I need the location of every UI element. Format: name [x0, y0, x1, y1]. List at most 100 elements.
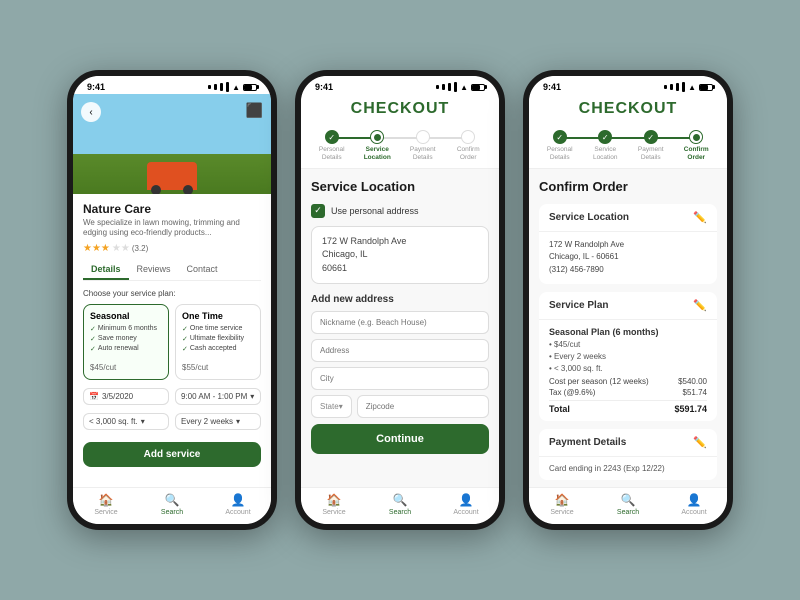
wifi-icon-3: ▲	[688, 83, 696, 92]
plan-cards: Seasonal ✓ Minimum 6 months ✓ Save money…	[83, 304, 261, 380]
add-address-label: Add new address	[311, 294, 489, 305]
continue-button[interactable]: Continue	[311, 424, 489, 454]
time-field[interactable]: 9:00 AM - 1:00 PM ▾	[175, 388, 261, 405]
nav-account-1[interactable]: 👤 Account	[205, 493, 271, 516]
account-icon-1: 👤	[231, 493, 246, 507]
seasonal-feature-3: ✓ Auto renewal	[90, 345, 162, 353]
signal-2c	[670, 84, 673, 90]
signal-1c	[664, 85, 667, 89]
nav-search-2[interactable]: 🔍 Search	[367, 493, 433, 516]
phone-service-location: 9:41 ▲ CHECKOUT ✓ PersonalDetails Servic…	[295, 70, 505, 530]
step-circle-personal-2: ✓	[325, 130, 339, 144]
search-icon-1: 🔍	[165, 493, 180, 507]
checkout-header-2: CHECKOUT	[301, 94, 499, 124]
frequency-value: Every 2 weeks	[181, 417, 233, 426]
total-row: Total $591.74	[549, 400, 707, 414]
step-label-personal-3: PersonalDetails	[547, 146, 573, 162]
seasonal-plan-card[interactable]: Seasonal ✓ Minimum 6 months ✓ Save money…	[83, 304, 169, 380]
mower-wheel-right	[183, 185, 193, 194]
check-icon-3: ✓	[90, 345, 96, 353]
nav-search-label-3: Search	[617, 509, 639, 516]
status-time-3: 9:41	[543, 82, 561, 92]
phone-confirm-order: 9:41 ▲ CHECKOUT ✓ PersonalDetails ✓ Serv…	[523, 70, 733, 530]
step-circle-payment-2	[416, 130, 430, 144]
nav-service-label-1: Service	[94, 509, 117, 516]
tab-reviews[interactable]: Reviews	[129, 260, 179, 280]
seasonal-price: $45/cut	[90, 357, 162, 373]
search-icon-2: 🔍	[393, 493, 408, 507]
nav-account-3[interactable]: 👤 Account	[661, 493, 727, 516]
plan-detail-2: • Every 2 weeks	[549, 351, 707, 363]
city-input[interactable]	[311, 367, 489, 390]
back-button[interactable]: ‹	[81, 102, 101, 122]
onetime-plan-card[interactable]: One Time ✓ One time service ✓ Ultimate f…	[175, 304, 261, 380]
confirm-plan-header: Service Plan ✏️	[539, 292, 717, 320]
step-circle-payment-3: ✓	[644, 130, 658, 144]
state-zip-row: State ▾	[311, 395, 489, 418]
tab-contact[interactable]: Contact	[179, 260, 226, 280]
nav-account-2[interactable]: 👤 Account	[433, 493, 499, 516]
bookmark-icon[interactable]: ⬛	[246, 102, 263, 119]
status-time-2: 9:41	[315, 82, 333, 92]
home-icon-3: 🏠	[555, 493, 570, 507]
size-chevron: ▾	[141, 417, 145, 426]
frequency-field[interactable]: Every 2 weeks ▾	[175, 413, 261, 430]
confirm-plan-body: Seasonal Plan (6 months) • $45/cut • Eve…	[539, 320, 717, 421]
confirm-address-3: (312) 456-7890	[549, 264, 707, 277]
grass-scene	[73, 94, 271, 194]
signal-4c	[682, 82, 685, 92]
plan-detail-name: Seasonal Plan (6 months)	[549, 327, 707, 337]
signal-4b	[454, 82, 457, 92]
step-personal-2: ✓ PersonalDetails	[309, 130, 355, 162]
rating-stars: ★★★★★ (3.2)	[83, 243, 261, 254]
seasonal-feature-2: ✓ Save money	[90, 335, 162, 343]
zipcode-input[interactable]	[357, 395, 489, 418]
use-address-checkbox[interactable]: ✓	[311, 204, 325, 218]
nickname-input[interactable]	[311, 311, 489, 334]
business-desc: We specialize in lawn mowing, trimming a…	[83, 218, 261, 239]
nav-service-1[interactable]: 🏠 Service	[73, 493, 139, 516]
step-label-payment-2: PaymentDetails	[410, 146, 436, 162]
battery-icon-3	[699, 84, 713, 91]
status-time-1: 9:41	[87, 82, 105, 92]
add-service-button[interactable]: Add service	[83, 442, 261, 467]
date-field[interactable]: 📅 3/5/2020	[83, 388, 169, 405]
nav-account-label-3: Account	[681, 509, 706, 516]
edit-location-icon[interactable]: ✏️	[693, 211, 707, 224]
account-icon-3: 👤	[687, 493, 702, 507]
detail-tabs: Details Reviews Contact	[83, 260, 261, 281]
service-options-2: < 3,000 sq. ft. ▾ Every 2 weeks ▾	[83, 413, 261, 430]
use-address-label: Use personal address	[331, 206, 419, 216]
total-value: $591.74	[674, 404, 707, 414]
nav-search-3[interactable]: 🔍 Search	[595, 493, 661, 516]
nav-search-1[interactable]: 🔍 Search	[139, 493, 205, 516]
step-label-personal-2: PersonalDetails	[319, 146, 345, 162]
state-chevron: ▾	[339, 402, 343, 411]
time-value: 9:00 AM - 1:00 PM	[181, 392, 247, 401]
step-payment-3: ✓ PaymentDetails	[628, 130, 674, 162]
confirm-location-title: Service Location	[549, 212, 629, 223]
checkout-title-2: CHECKOUT	[311, 100, 489, 118]
home-icon-1: 🏠	[99, 493, 114, 507]
edit-plan-icon[interactable]: ✏️	[693, 299, 707, 312]
step-circle-location-2	[370, 130, 384, 144]
address-input[interactable]	[311, 339, 489, 362]
edit-payment-icon[interactable]: ✏️	[693, 436, 707, 449]
business-name: Nature Care	[83, 202, 261, 216]
confirm-location-header: Service Location ✏️	[539, 204, 717, 232]
current-address-box: 172 W Randolph Ave Chicago, IL 60661	[311, 226, 489, 285]
signal-2	[214, 84, 217, 90]
size-field[interactable]: < 3,000 sq. ft. ▾	[83, 413, 169, 430]
wifi-icon: ▲	[232, 83, 240, 92]
freq-chevron: ▾	[236, 417, 240, 426]
state-select[interactable]: State ▾	[311, 395, 352, 418]
onetime-plan-title: One Time	[182, 311, 254, 321]
status-icons-1: ▲	[208, 82, 257, 92]
status-bar-3: 9:41 ▲	[529, 76, 727, 94]
address-line-1: 172 W Randolph Ave	[322, 235, 478, 249]
nav-service-2[interactable]: 🏠 Service	[301, 493, 367, 516]
tab-details[interactable]: Details	[83, 260, 129, 280]
nav-service-3[interactable]: 🏠 Service	[529, 493, 595, 516]
checkout-stepper-3: ✓ PersonalDetails ✓ ServiceLocation ✓ Pa…	[529, 124, 727, 169]
checkout-content-2: Service Location ✓ Use personal address …	[301, 169, 499, 487]
